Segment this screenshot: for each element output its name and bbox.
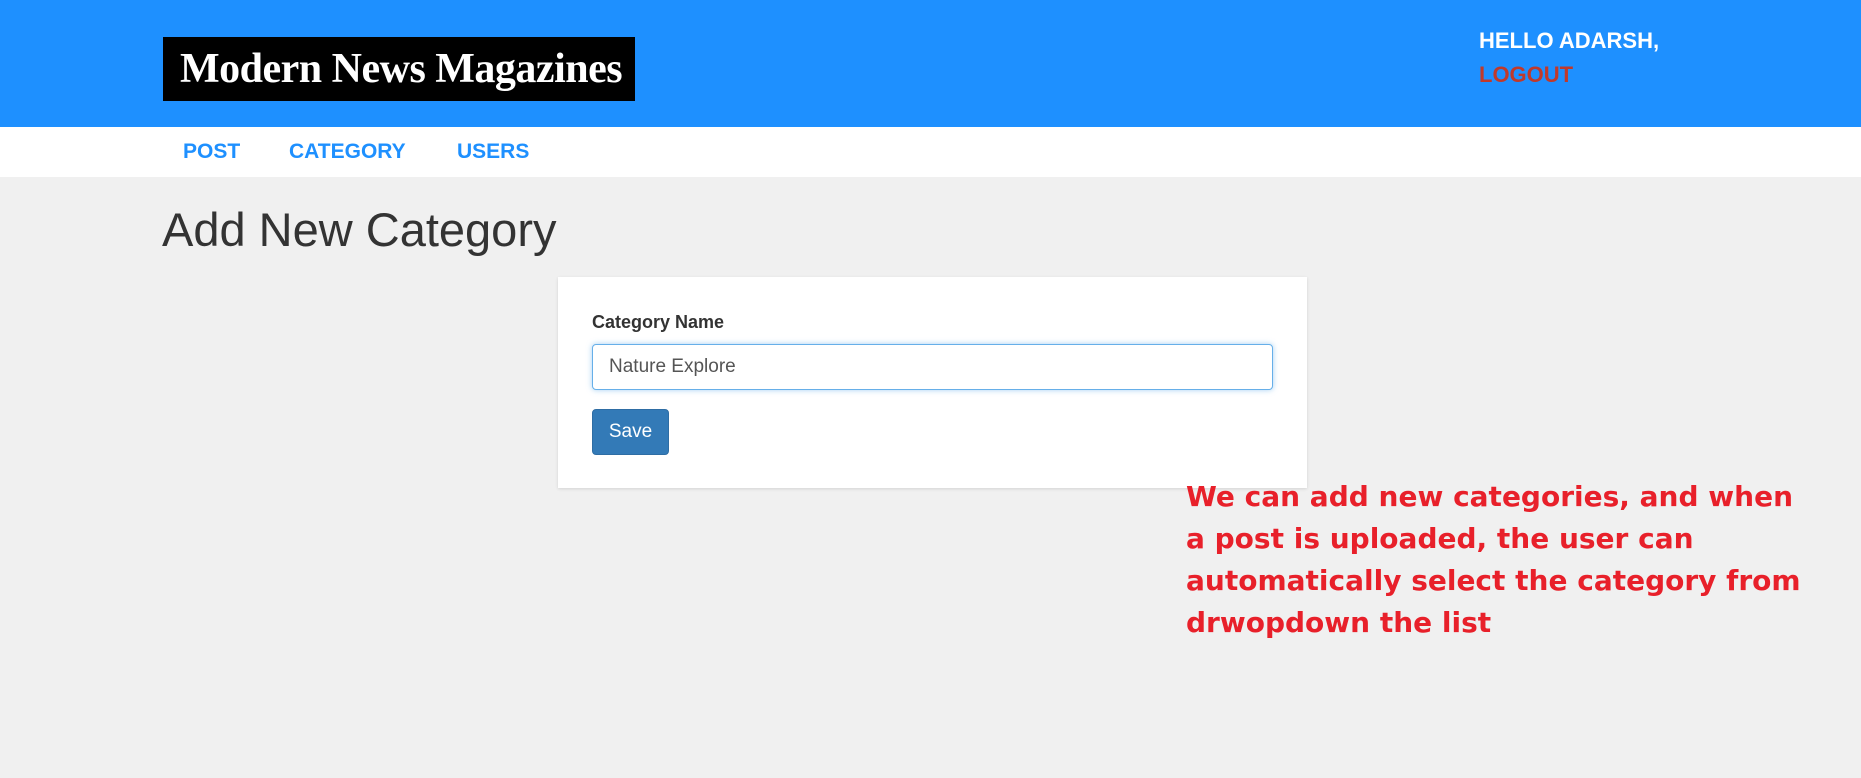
category-form-panel: Category Name Save: [558, 277, 1307, 488]
site-logo[interactable]: Modern News Magazines: [163, 37, 635, 101]
nav-item-category[interactable]: CATEGORY: [289, 139, 406, 165]
header-bar: Modern News Magazines HELLO ADARSH, LOGO…: [0, 0, 1861, 127]
save-button[interactable]: Save: [592, 409, 669, 455]
main-nav: POST CATEGORY USERS: [0, 127, 1861, 177]
category-name-input[interactable]: [592, 344, 1273, 390]
annotation-note: We can add new categories, and when a po…: [1186, 480, 1801, 639]
nav-item-users[interactable]: USERS: [457, 139, 529, 165]
user-greeting: HELLO ADARSH,: [1479, 28, 1660, 53]
logout-link[interactable]: LOGOUT: [1479, 62, 1573, 88]
nav-item-post[interactable]: POST: [183, 139, 240, 165]
page-title: Add New Category: [162, 203, 557, 256]
category-name-label: Category Name: [592, 312, 725, 332]
